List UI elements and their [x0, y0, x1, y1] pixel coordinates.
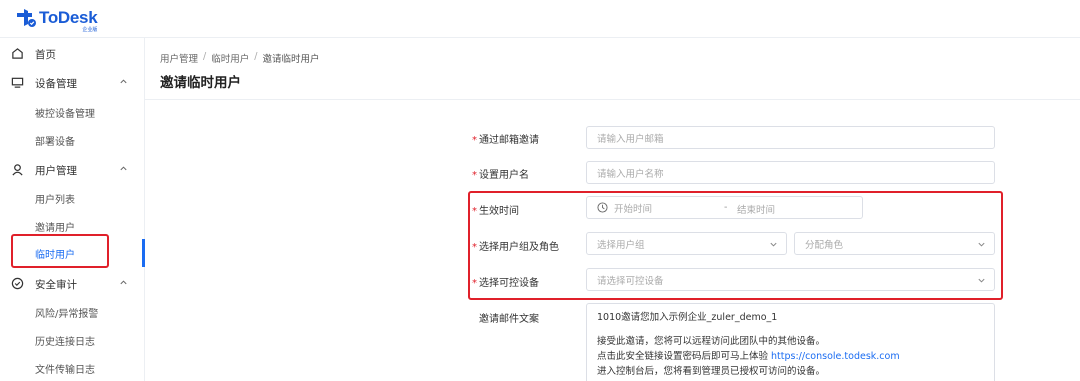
device-placeholder: 请选择可控设备: [597, 275, 664, 287]
email-label: * 通过邮箱邀请: [472, 135, 539, 146]
sidebar-item-user-management[interactable]: 用户管理: [0, 156, 145, 184]
sidebar-item-label: 部署设备: [35, 137, 75, 148]
sidebar-item-label: 被控设备管理: [35, 109, 95, 120]
chevron-down-icon: [770, 242, 777, 247]
sidebar-item-device-management[interactable]: 设备管理: [0, 69, 145, 97]
role-select[interactable]: 分配角色: [794, 232, 995, 255]
username-placeholder: 请输入用户名称: [597, 168, 664, 180]
required-mark: *: [472, 242, 477, 253]
mail-text-line: 进入控制台后，您将看到管理员已授权可访问的设备。: [597, 366, 826, 377]
clock-icon: [597, 202, 608, 213]
chevron-up-icon[interactable]: [119, 278, 128, 287]
role-placeholder: 分配角色: [805, 239, 844, 251]
home-icon: [12, 48, 23, 59]
required-mark: *: [472, 206, 477, 217]
user-group-placeholder: 选择用户组: [597, 239, 645, 251]
sidebar-item-connection-log[interactable]: 历史连接日志: [0, 326, 145, 354]
chevron-up-icon[interactable]: [119, 164, 128, 173]
valid-time-range-picker[interactable]: 开始时间 - 结束时间: [586, 196, 863, 219]
range-separator: -: [724, 202, 728, 213]
sidebar-item-label: 首页: [35, 49, 56, 61]
breadcrumb-current: 邀请临时用户: [262, 54, 320, 65]
mail-text-textarea[interactable]: 1010邀请您加入示例企业_zuler_demo_1 接受此邀请，您将可以远程访…: [586, 303, 995, 381]
todesk-logo-icon: [17, 9, 36, 27]
sidebar-item-label: 设备管理: [35, 78, 77, 90]
user-group-select[interactable]: 选择用户组: [586, 232, 787, 255]
mail-text-line: 点击此安全链接设置密码后即可马上体验 https://console.todes…: [597, 351, 900, 362]
sidebar-item-controlled-devices[interactable]: 被控设备管理: [0, 98, 145, 126]
app-window: ToDesk 企业版 首页 设备管理 被控设备管理 部署设备 用户管理 用户列表: [0, 0, 1080, 381]
invite-form: * 通过邮箱邀请 请输入用户邮箱 * 设置用户名 请输入用户名称 * 生效时间 开始时…: [145, 101, 1080, 381]
logo-edition: 企业版: [82, 27, 98, 33]
breadcrumb-separator: /: [203, 51, 207, 62]
sidebar-item-home[interactable]: 首页: [0, 40, 145, 68]
end-time-placeholder: 结束时间: [737, 205, 776, 216]
mail-text-line: 1010邀请您加入示例企业_zuler_demo_1: [597, 312, 778, 323]
breadcrumb: 用户管理 / 临时用户 / 邀请临时用户: [160, 51, 319, 65]
highlight-box: [11, 234, 109, 268]
sidebar-item-label: 文件传输日志: [35, 365, 95, 376]
required-mark: *: [472, 170, 477, 181]
email-field[interactable]: 请输入用户邮箱: [586, 126, 995, 149]
required-mark: *: [472, 278, 477, 289]
start-time-placeholder: 开始时间: [614, 203, 653, 215]
sidebar-item-label: 安全审计: [35, 279, 77, 291]
sidebar-item-risk-alerts[interactable]: 风险/异常报警: [0, 298, 145, 326]
sidebar-item-file-transfer-log[interactable]: 文件传输日志: [0, 354, 145, 381]
sidebar-item-label: 邀请用户: [35, 223, 75, 234]
username-field[interactable]: 请输入用户名称: [586, 161, 995, 184]
username-label: * 设置用户名: [472, 170, 529, 181]
sidebar: 首页 设备管理 被控设备管理 部署设备 用户管理 用户列表 邀请用户 临时用户: [0, 38, 145, 381]
group-role-label: * 选择用户组及角色: [472, 242, 559, 253]
chevron-down-icon: [978, 242, 985, 247]
page-header: 用户管理 / 临时用户 / 邀请临时用户 邀请临时用户: [145, 38, 1080, 100]
sidebar-item-label: 风险/异常报警: [35, 309, 99, 320]
logo-name: ToDesk: [39, 8, 98, 27]
required-mark: *: [472, 135, 477, 146]
sidebar-item-security-audit[interactable]: 安全审计: [0, 270, 145, 298]
controllable-device-select[interactable]: 请选择可控设备: [586, 268, 995, 291]
monitor-icon: [11, 77, 24, 88]
user-icon: [12, 164, 23, 176]
console-link[interactable]: https://console.todesk.com: [771, 351, 900, 362]
shield-icon: [11, 277, 24, 290]
mail-text-line: 接受此邀请，您将可以远程访问此团队中的其他设备。: [597, 336, 826, 347]
page-title: 邀请临时用户: [160, 75, 241, 91]
breadcrumb-separator: /: [254, 51, 258, 62]
device-label: * 选择可控设备: [472, 278, 539, 289]
chevron-down-icon: [978, 278, 985, 283]
sidebar-item-label: 用户管理: [35, 165, 77, 177]
mail-text-label: 邀请邮件文案: [479, 314, 539, 325]
todesk-logo[interactable]: ToDesk 企业版: [16, 8, 98, 33]
top-bar: ToDesk 企业版: [0, 0, 1080, 38]
chevron-up-icon[interactable]: [119, 77, 128, 86]
email-placeholder: 请输入用户邮箱: [597, 133, 664, 145]
sidebar-item-user-list[interactable]: 用户列表: [0, 184, 145, 212]
breadcrumb-item[interactable]: 用户管理: [160, 51, 198, 65]
sidebar-item-label: 用户列表: [35, 195, 75, 206]
sidebar-item-label: 历史连接日志: [35, 337, 95, 348]
valid-time-label: * 生效时间: [472, 206, 519, 217]
sidebar-item-deploy-device[interactable]: 部署设备: [0, 126, 145, 154]
breadcrumb-item[interactable]: 临时用户: [211, 51, 249, 65]
